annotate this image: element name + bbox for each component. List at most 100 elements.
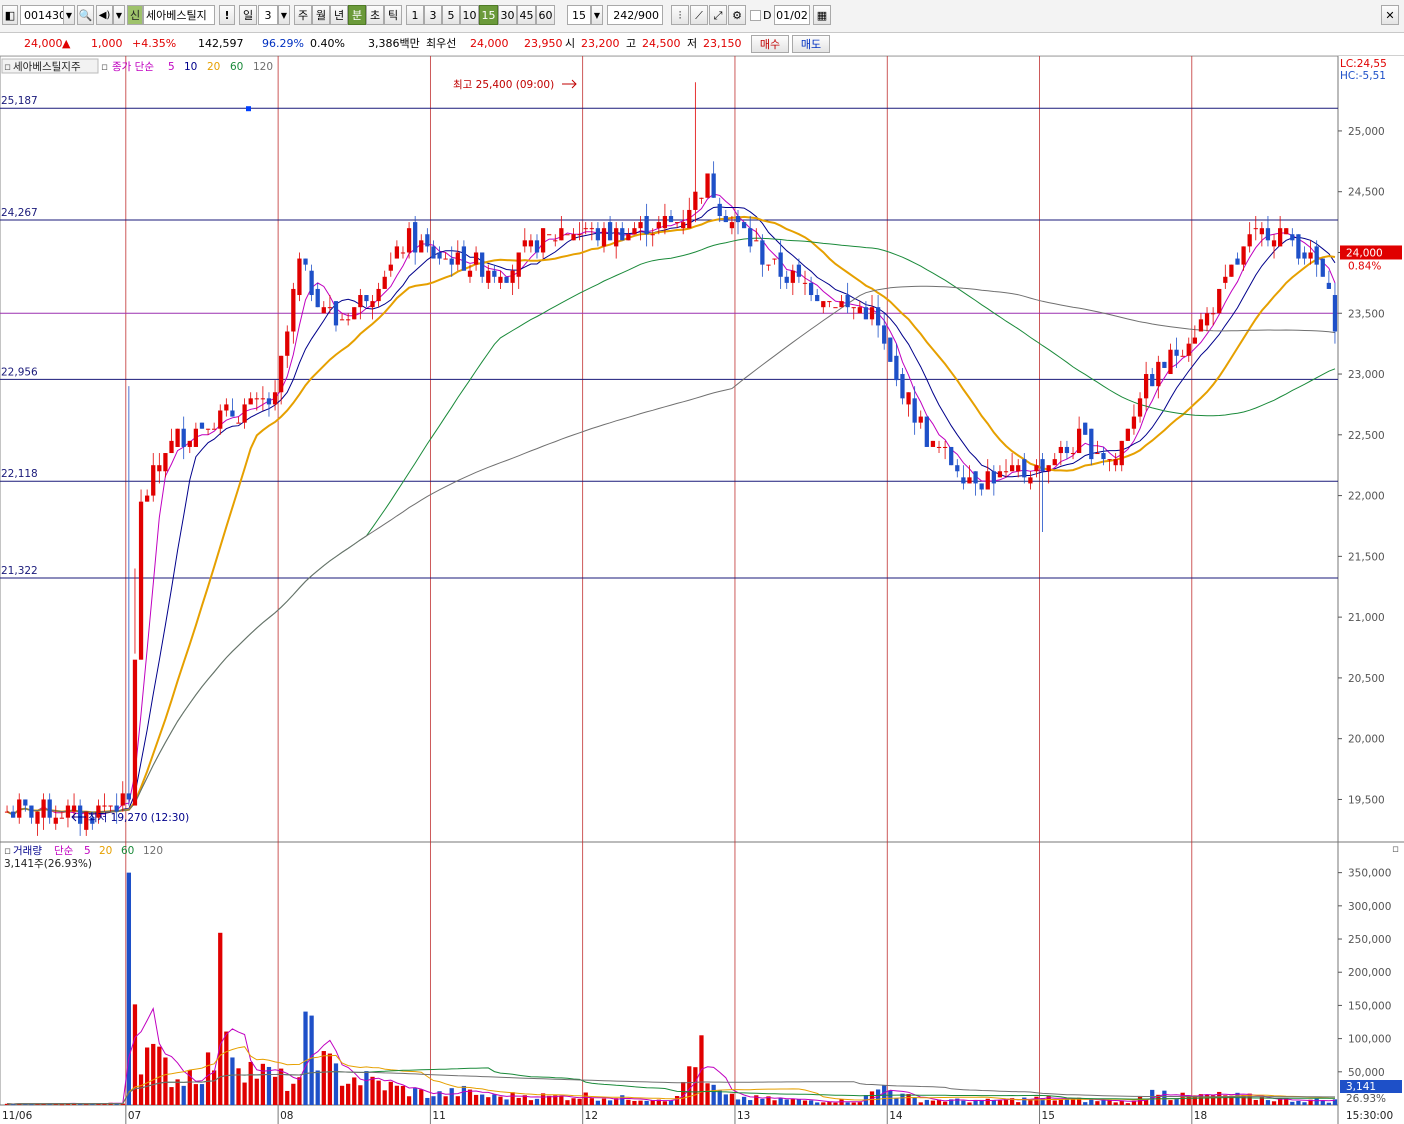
minute-option-3[interactable]: 3	[424, 5, 442, 25]
volume-bar	[59, 1104, 64, 1106]
candle-body	[1125, 428, 1130, 441]
zoom-icon[interactable]: ⤢	[709, 5, 727, 25]
candle-body	[1302, 252, 1307, 259]
search-icon[interactable]: 🔍	[77, 5, 94, 25]
legend-period-5: 5	[168, 61, 175, 73]
candle-body	[936, 446, 942, 448]
candle-body	[230, 410, 235, 417]
minute-option-45[interactable]: 45	[517, 5, 536, 25]
candle-body	[516, 252, 521, 277]
stock-code-input[interactable]: 001430	[20, 5, 66, 25]
candle-body	[1174, 349, 1179, 356]
candle-body	[224, 404, 229, 411]
volume-bar	[662, 1101, 668, 1105]
volume-bar	[406, 1096, 412, 1105]
candle-body	[1241, 246, 1246, 265]
volume-axis-label: 300,000	[1348, 901, 1391, 913]
period-dropdown-icon[interactable]: ▼	[278, 5, 290, 25]
candle-body	[1235, 258, 1240, 265]
volume-bar	[748, 1100, 753, 1105]
volume-bar	[181, 1085, 186, 1105]
volume-bar	[681, 1081, 686, 1105]
candle-body	[644, 216, 649, 235]
chart-menu-icon[interactable]: ◧	[2, 5, 18, 25]
volume-bar	[741, 1096, 747, 1105]
volume-bar	[358, 1085, 363, 1105]
price-chart[interactable]: 11/06 07 08 11 12 13 14 15 18 15:30:00 25,187 24,26…	[0, 56, 1404, 1124]
candle-body	[352, 307, 357, 320]
candle-body	[1320, 258, 1325, 277]
candle-type-icon[interactable]: ⫶	[671, 5, 689, 25]
alert-button[interactable]: !	[219, 5, 235, 25]
legend-ma-label: 종가 단순	[112, 61, 154, 73]
date-input[interactable]: 01/02	[774, 5, 810, 25]
volume-bar	[376, 1080, 381, 1105]
candle-body	[1314, 246, 1319, 265]
volume-bar	[620, 1095, 625, 1105]
volume-bar	[315, 1070, 320, 1105]
volume-bar	[705, 1083, 710, 1105]
minute-option-60[interactable]: 60	[536, 5, 555, 25]
volume-bar	[467, 1089, 473, 1105]
calendar-icon[interactable]: ▦	[813, 5, 831, 25]
count-field[interactable]: 242/900	[607, 5, 663, 25]
candle-body	[674, 222, 680, 224]
price-axis-label: 20,500	[1348, 673, 1385, 685]
volume-bar	[443, 1096, 448, 1105]
volume-legend-period-5: 5	[84, 845, 91, 857]
candle-body	[626, 234, 631, 241]
period-tab-년[interactable]: 년	[330, 5, 348, 25]
volume-bar	[151, 1043, 156, 1105]
minute-option-1[interactable]: 1	[406, 5, 424, 25]
time-label: 13	[737, 1110, 750, 1122]
selection-marker	[246, 106, 251, 112]
candle-body	[1229, 264, 1234, 277]
sound-dropdown-icon[interactable]: ▼	[113, 5, 125, 25]
minute-option-10[interactable]: 10	[460, 5, 479, 25]
time-label: 11/06	[2, 1110, 33, 1122]
interval-dropdown-icon[interactable]: ▼	[591, 5, 603, 25]
candle-body	[467, 270, 473, 277]
period-tab-주[interactable]: 주	[294, 5, 312, 25]
candle-body	[1326, 282, 1331, 289]
stock-name-field[interactable]: 세아베스틸지	[143, 5, 215, 25]
price-axis-label: 20,000	[1348, 734, 1385, 746]
volume-bar	[199, 1084, 205, 1105]
minute-option-5[interactable]: 5	[442, 5, 460, 25]
volume-bar	[510, 1092, 515, 1105]
minute-option-30[interactable]: 30	[498, 5, 517, 25]
volume-axis-label: 150,000	[1348, 1000, 1391, 1012]
period-tab-월[interactable]: 월	[312, 5, 330, 25]
interval-input[interactable]: 15	[567, 5, 591, 25]
volume-bar	[230, 1057, 235, 1105]
volume-legend-ma-label: 단순	[54, 845, 74, 857]
buy-button[interactable]: 매수	[751, 35, 789, 53]
period-value-input[interactable]: 3	[258, 5, 278, 25]
settings-gear-icon[interactable]: ⚙	[728, 5, 746, 25]
speaker-icon[interactable]: ◀)	[96, 5, 113, 25]
volume-axis-label: 200,000	[1348, 967, 1391, 979]
candle-body	[1259, 228, 1264, 235]
close-icon[interactable]: ✕	[1381, 5, 1399, 25]
candle-body	[522, 240, 527, 247]
period-tab-틱[interactable]: 틱	[384, 5, 402, 25]
volume-bar	[845, 1102, 850, 1105]
line-type-icon[interactable]: ⟋	[690, 5, 708, 25]
period-tab-분[interactable]: 분	[348, 5, 366, 25]
date-checkbox[interactable]	[750, 10, 761, 21]
candle-body	[540, 228, 546, 253]
candle-body	[1107, 459, 1112, 461]
candle-body	[717, 203, 722, 217]
minute-option-15[interactable]: 15	[479, 5, 498, 25]
code-dropdown-icon[interactable]: ▼	[63, 5, 75, 25]
volume-bar	[327, 1053, 333, 1105]
volume-bar	[687, 1066, 692, 1105]
volume-ratio: 96.29%	[262, 37, 304, 50]
sell-button[interactable]: 매도	[792, 35, 830, 53]
volume-bar	[827, 1102, 832, 1105]
period-unit-button[interactable]: 일	[239, 5, 257, 25]
candle-body	[875, 307, 881, 326]
period-tab-초[interactable]: 초	[366, 5, 384, 25]
candle-body	[595, 228, 601, 241]
candle-body	[333, 301, 339, 326]
